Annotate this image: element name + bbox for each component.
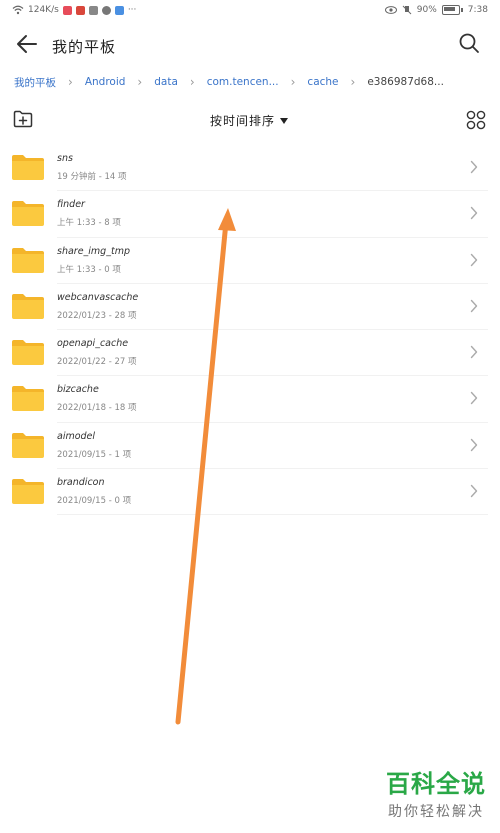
folder-icon xyxy=(12,247,44,273)
watermark-subtitle: 助你轻松解决 xyxy=(388,804,484,820)
notification-app-icon xyxy=(114,5,124,15)
caret-down-icon xyxy=(280,117,289,124)
chevron-right-icon xyxy=(470,392,478,405)
chevron-right-icon xyxy=(470,438,478,451)
file-list-item[interactable]: sns 19 分钟前 - 14 项 xyxy=(0,145,500,192)
file-name: bizcache xyxy=(57,384,99,396)
file-name: openapi_cache xyxy=(57,338,129,350)
wechat-icon xyxy=(88,5,98,15)
file-list: sns 19 分钟前 - 14 项 finder 上午 1:33 - 8 项 s… xyxy=(0,145,500,516)
breadcrumb-item-android[interactable]: Android xyxy=(85,76,126,88)
list-toolbar: 按时间排序 xyxy=(0,108,500,134)
breadcrumb-item-current[interactable]: e386987d68... xyxy=(367,76,444,88)
status-bar-right: 90% 7:38 xyxy=(384,5,488,15)
status-bar-left: 124K/s ··· xyxy=(12,5,136,15)
file-meta: 2021/09/15 - 0 项 xyxy=(57,496,132,507)
chevron-right-icon xyxy=(470,160,478,174)
file-list-item[interactable]: finder 上午 1:33 - 8 项 xyxy=(0,191,500,238)
breadcrumb-item-root[interactable]: 我的平板 xyxy=(14,75,56,90)
folder-icon xyxy=(12,340,44,366)
folder-icon xyxy=(12,479,44,505)
network-speed: 124K/s xyxy=(28,5,59,15)
file-list-item[interactable]: share_img_tmp 上午 1:33 - 0 项 xyxy=(0,238,500,284)
battery-icon xyxy=(441,5,460,15)
status-bar: 124K/s ··· 90% 7:38 xyxy=(0,0,500,22)
file-meta: 2022/01/18 - 18 项 xyxy=(57,403,137,414)
folder-icon xyxy=(12,201,44,227)
chevron-right-icon xyxy=(470,345,478,359)
battery-percentage: 90% xyxy=(416,5,437,15)
watermark: 百科全说 助你轻松解决 xyxy=(386,764,486,821)
breadcrumb-item-package[interactable]: com.tencen... xyxy=(207,76,279,88)
new-folder-button[interactable] xyxy=(13,110,35,130)
file-meta: 2022/01/22 - 27 项 xyxy=(57,357,137,368)
clock-time: 7:38 xyxy=(467,5,488,15)
chevron-right-icon: › xyxy=(68,75,73,89)
file-name: aimodel xyxy=(57,430,96,442)
folder-icon xyxy=(12,293,44,319)
battery-tip xyxy=(460,8,463,12)
grid-icon xyxy=(466,110,486,130)
breadcrumb-item-data[interactable]: data xyxy=(154,76,178,88)
chevron-right-icon xyxy=(470,299,478,313)
folder-icon xyxy=(12,155,44,180)
file-meta: 2022/01/23 - 28 项 xyxy=(57,310,137,321)
page-title: 我的平板 xyxy=(52,38,117,56)
breadcrumb-item-cache[interactable]: cache xyxy=(307,76,338,88)
file-meta: 2021/09/15 - 1 项 xyxy=(57,449,132,460)
file-name: share_img_tmp xyxy=(57,245,130,257)
sort-label: 按时间排序 xyxy=(210,114,276,128)
file-list-item[interactable]: openapi_cache 2022/01/22 - 27 项 xyxy=(0,330,500,377)
file-name: brandicon xyxy=(57,477,105,489)
search-icon xyxy=(459,33,479,53)
file-list-item[interactable]: webcanvascache 2022/01/23 - 28 项 xyxy=(0,284,500,331)
file-name: finder xyxy=(57,199,85,211)
chevron-right-icon: › xyxy=(350,75,356,89)
watermark-title: 百科全说 xyxy=(386,770,486,798)
folder-icon xyxy=(12,386,44,412)
notification-app-icon xyxy=(62,5,72,15)
search-button[interactable] xyxy=(458,32,482,56)
chevron-right-icon: › xyxy=(137,75,143,89)
row-divider xyxy=(57,514,488,516)
arrow-left-icon xyxy=(17,35,37,53)
chevron-right-icon xyxy=(470,253,478,266)
notification-app-icon xyxy=(75,5,85,15)
app-header: 我的平板 xyxy=(0,26,500,66)
back-button[interactable] xyxy=(16,34,42,56)
file-meta: 19 分钟前 - 14 项 xyxy=(57,172,127,182)
qq-icon xyxy=(101,5,111,15)
chevron-right-icon xyxy=(470,484,478,498)
grid-view-button[interactable] xyxy=(466,110,486,130)
mute-icon xyxy=(402,5,412,15)
file-name: webcanvascache xyxy=(57,291,139,303)
file-list-item[interactable]: brandicon 2021/09/15 - 0 项 xyxy=(0,469,500,516)
chevron-right-icon xyxy=(470,207,478,220)
wifi-icon xyxy=(12,5,24,15)
new-folder-icon xyxy=(13,110,33,128)
file-list-item[interactable]: bizcache 2022/01/18 - 18 项 xyxy=(0,376,500,423)
file-list-item[interactable]: aimodel 2021/09/15 - 1 项 xyxy=(0,423,500,470)
file-name: sns xyxy=(57,153,73,164)
chevron-right-icon: › xyxy=(290,75,296,89)
eye-icon xyxy=(384,6,397,14)
file-meta: 上午 1:33 - 0 项 xyxy=(57,264,121,275)
folder-icon xyxy=(12,432,44,458)
chevron-right-icon: › xyxy=(189,75,195,89)
sort-dropdown[interactable]: 按时间排序 xyxy=(210,112,289,129)
breadcrumb: 我的平板 › Android › data › com.tencen... › … xyxy=(14,72,490,92)
more-notifications-icon: ··· xyxy=(127,5,137,15)
file-meta: 上午 1:33 - 8 项 xyxy=(57,218,121,229)
